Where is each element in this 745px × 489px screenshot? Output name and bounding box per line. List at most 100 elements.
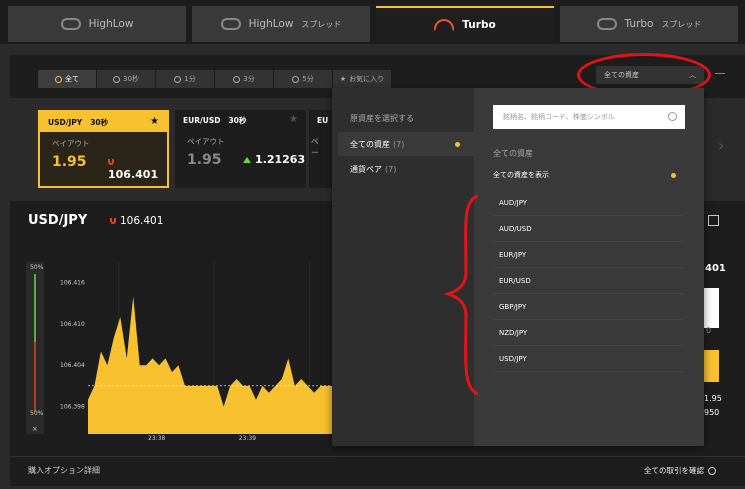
chart-svg: 50% 50% × 106.416 106.410 106.404 106.398 2… [26, 262, 340, 442]
clock-icon [113, 75, 121, 83]
x-tick-label: 23:39 [239, 435, 256, 442]
tab-highlow[interactable]: HighLow [8, 6, 186, 42]
asset-card-usdjpy[interactable]: USD/JPY 30秒 ★ ペイアウト 1.95 106.401 [38, 110, 169, 188]
clock-icon [233, 75, 241, 83]
search-placeholder: 銘柄名、銘柄コード、株価シンボル [503, 113, 615, 121]
payout-value: 1.95 [52, 154, 87, 170]
star-icon: ★ [339, 75, 347, 83]
card-rate: 1.21263 [243, 153, 305, 166]
y-tick-label: 106.404 [60, 362, 85, 369]
star-icon[interactable]: ★ [289, 114, 298, 125]
card-pair: USD/JPY [48, 117, 83, 127]
category-count: (7) [385, 164, 397, 174]
tab-label: Turbo [462, 19, 496, 31]
side-value: 0 [706, 326, 712, 335]
y-axis: 106.416 106.410 106.404 106.398 [60, 280, 85, 411]
speedometer-icon [434, 19, 455, 31]
tab-sub: スプレッド [301, 19, 342, 29]
category-label: 通貨ペア [350, 164, 382, 174]
asset-option[interactable]: EUR/USD [493, 268, 685, 294]
minimize-icon[interactable] [715, 73, 725, 74]
sentiment-bottom-label: 50% [30, 410, 44, 417]
asset-dropdown: 原資産を選択する 全ての資産 (7) 通貨ペア (7) 銘柄名、銘柄コード、株価… [332, 88, 704, 446]
side-amount: 950 [704, 408, 720, 417]
pair-name: USD/JPY [28, 213, 88, 228]
time-tab-label: 全て [65, 75, 79, 83]
selected-dot-icon [455, 142, 460, 147]
asset-option[interactable]: USD/JPY [493, 346, 685, 372]
time-tab-favorites[interactable]: ★ お気に入り [333, 70, 391, 88]
time-tab-3m[interactable]: 3分 [215, 70, 273, 88]
highlow-spread-icon [220, 18, 241, 30]
y-tick-label: 106.398 [60, 403, 85, 410]
time-tab-label: 5分 [302, 75, 314, 83]
section-heading: 全ての資産 [493, 149, 533, 158]
close-icon[interactable]: × [32, 425, 38, 433]
pair-rate-value: 106.401 [120, 215, 164, 227]
view-all-trades-label: 全ての取引を確認 [644, 466, 704, 475]
price-chart: 50% 50% × 106.416 106.410 106.404 106.398 2… [10, 242, 340, 452]
x-axis: 23:38 23:39 [148, 435, 256, 442]
card-pair: EUR/USD [183, 115, 221, 125]
card-time: 30秒 [228, 115, 247, 125]
time-tab-5m[interactable]: 5分 [274, 70, 332, 88]
category-count: (7) [393, 139, 405, 149]
tab-highlow-spread[interactable]: HighLow スプレッド [192, 6, 370, 42]
time-tab-all[interactable]: 全て [38, 70, 96, 88]
side-panel-white [704, 288, 719, 328]
purchase-details-link[interactable]: 購入オプション詳細 [28, 465, 100, 476]
time-tab-label: 3分 [243, 75, 255, 83]
star-icon[interactable]: ★ [150, 116, 159, 127]
card-rate: 106.401 [108, 155, 167, 181]
y-tick-label: 106.416 [60, 280, 85, 287]
asset-option[interactable]: AUD/USD [493, 216, 685, 242]
arrow-down-icon [110, 218, 116, 224]
time-filter-tabs: 全て 30秒 1分 3分 5分 ★ お気に入り [38, 70, 392, 88]
view-all-trades-link[interactable]: 全ての取引を確認 [644, 465, 716, 476]
asset-option[interactable]: NZD/JPY [493, 320, 685, 346]
asset-option[interactable]: GBP/JPY [493, 294, 685, 320]
clock-icon [55, 75, 62, 83]
app-root: HighLow HighLow スプレッド Turbo Turbo スプレッド … [0, 0, 745, 489]
asset-option[interactable]: AUD/JPY [493, 190, 685, 216]
payout-label: ペイアウト [187, 137, 225, 146]
category-all-assets[interactable]: 全ての資産 (7) [338, 132, 474, 156]
asset-search-input[interactable]: 銘柄名、銘柄コード、株価シンボル [493, 105, 685, 129]
card-header: EU [309, 110, 333, 130]
tab-turbo-spread[interactable]: Turbo スプレッド [560, 6, 738, 42]
payout-label: ペー [311, 137, 319, 157]
payout-value: 1.95 [187, 152, 222, 168]
tab-label: HighLow [88, 18, 134, 30]
tab-turbo[interactable]: Turbo [376, 6, 554, 42]
card-time: 30秒 [90, 117, 109, 127]
asset-card-partial[interactable]: EU ペー [309, 110, 333, 188]
time-tab-1m[interactable]: 1分 [156, 70, 214, 88]
bottom-bar [10, 456, 745, 486]
product-tabs: HighLow HighLow スプレッド Turbo Turbo スプレッド [0, 0, 745, 44]
sentiment-top-label: 50% [30, 264, 44, 271]
arrow-down-icon [108, 159, 114, 165]
arrow-up-icon [243, 157, 251, 163]
card-pair: EU [317, 115, 329, 125]
asset-option[interactable]: EUR/JPY [493, 242, 685, 268]
selected-dot-icon [671, 173, 676, 178]
clock-icon [174, 75, 182, 83]
side-rate: 401 [705, 263, 726, 274]
side-payout: 1.95 [704, 394, 722, 403]
annotation-brace [444, 194, 479, 396]
category-label: 全ての資産 [350, 139, 390, 149]
chevron-right-icon[interactable]: › [718, 136, 724, 155]
show-all-assets[interactable]: 全ての資産を表示 [493, 170, 549, 180]
side-panel-yellow [704, 350, 719, 382]
category-currency-pairs[interactable]: 通貨ペア (7) [338, 157, 474, 181]
highlow-icon [60, 18, 81, 30]
time-tab-label: 30秒 [123, 75, 139, 83]
expand-icon[interactable] [708, 215, 719, 226]
y-tick-label: 106.410 [60, 321, 85, 328]
asset-card-eurusd[interactable]: EUR/USD 30秒 ★ ペイアウト 1.95 1.21263 [175, 110, 306, 188]
card-rate-value: 1.21263 [255, 153, 306, 166]
search-icon [708, 466, 716, 475]
time-tab-label: 1分 [184, 75, 196, 83]
time-tab-30s[interactable]: 30秒 [97, 70, 155, 88]
search-icon [668, 112, 677, 121]
